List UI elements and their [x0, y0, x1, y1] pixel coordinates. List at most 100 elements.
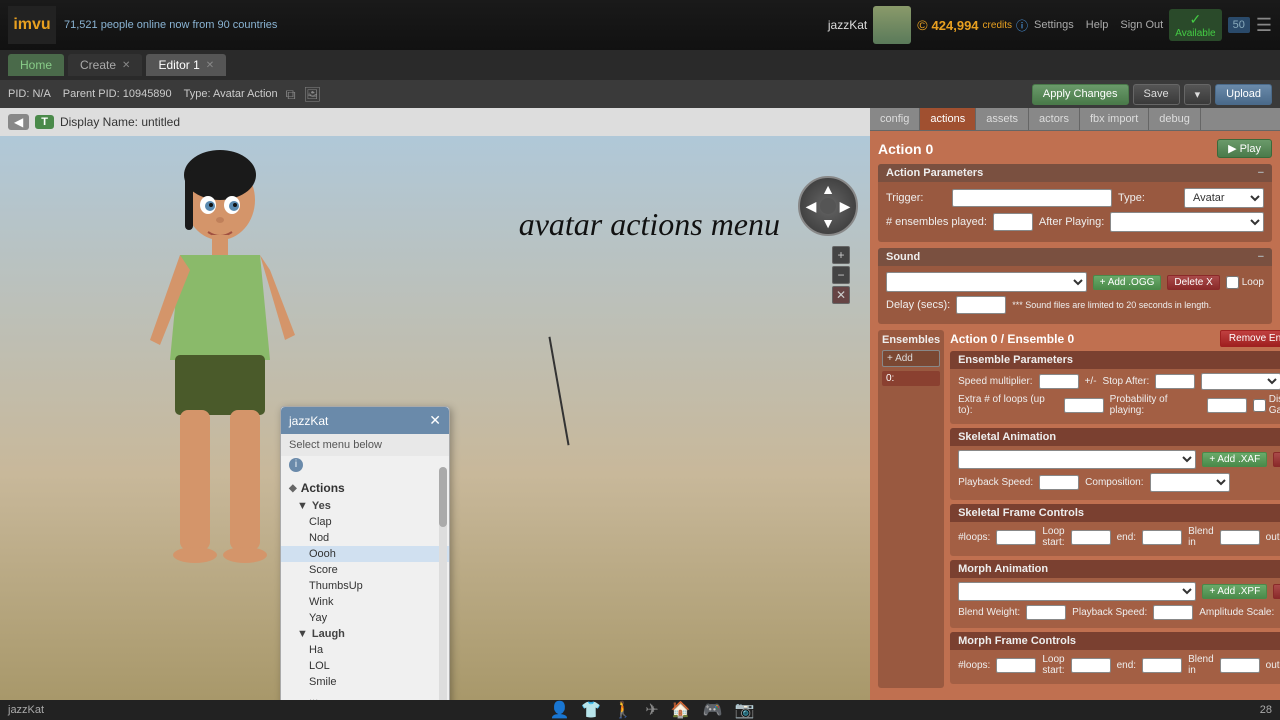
close-editor1-tab[interactable]: ✕: [206, 60, 214, 71]
morph-loop-start-input[interactable]: [1071, 658, 1111, 673]
photo-icon[interactable]: 🖼: [304, 86, 322, 103]
credits-info-button[interactable]: ⓘ: [1016, 17, 1028, 34]
tab-config[interactable]: config: [870, 108, 920, 130]
delete-xpf-button[interactable]: Delete X: [1273, 584, 1280, 599]
tab-home[interactable]: Home: [8, 54, 64, 76]
ensemble-item-0[interactable]: 0:: [882, 371, 940, 386]
tab-assets[interactable]: assets: [976, 108, 1029, 130]
arrow-down-button[interactable]: ▼: [819, 214, 837, 232]
ha-item[interactable]: Ha: [281, 642, 449, 658]
sound-collapse[interactable]: −: [1258, 251, 1264, 263]
thumbsup-item[interactable]: ThumbsUp: [281, 578, 449, 594]
settings-link[interactable]: Settings: [1034, 19, 1074, 31]
sound-select[interactable]: [886, 272, 1087, 292]
tab-debug[interactable]: debug: [1149, 108, 1201, 130]
zoom-out-button[interactable]: −: [832, 266, 850, 284]
trigger-input[interactable]: [952, 189, 1112, 207]
score-item[interactable]: Score: [281, 562, 449, 578]
tab-create[interactable]: Create ✕: [68, 54, 142, 76]
action-title: Action 0: [878, 141, 933, 157]
add-ogg-button[interactable]: + Add .OGG: [1093, 275, 1162, 290]
smile-item[interactable]: Smile: [281, 674, 449, 690]
play-button[interactable]: ▶ Play: [1217, 139, 1272, 158]
remove-ensemble-button[interactable]: Remove Ensemble ✕: [1220, 330, 1280, 347]
online-count: 71,521 people online now from 90 countri…: [64, 19, 820, 31]
add-xpf-button[interactable]: + Add .XPF: [1202, 584, 1267, 599]
arrow-up-button[interactable]: ▲: [819, 180, 837, 198]
upload-button[interactable]: Upload: [1215, 84, 1272, 105]
save-dropdown-button[interactable]: ▾: [1184, 84, 1212, 105]
add-ensemble-button[interactable]: + Add: [882, 350, 940, 367]
menu-scroll-thumb[interactable]: [439, 467, 447, 527]
close-create-tab[interactable]: ✕: [122, 60, 130, 71]
stop-after-input[interactable]: [1155, 374, 1195, 389]
tab-editor1[interactable]: Editor 1 ✕: [146, 54, 226, 76]
availability-indicator[interactable]: ✓ Available: [1169, 9, 1221, 41]
type-select[interactable]: Avatar: [1184, 188, 1264, 208]
oooh-item[interactable]: Oooh: [281, 546, 449, 562]
gamepad-bottom-icon[interactable]: 🎮: [703, 700, 723, 720]
end-input[interactable]: [1142, 530, 1182, 545]
amplitude-label: Amplitude Scale:: [1199, 607, 1274, 618]
prev-button[interactable]: ◀: [8, 114, 29, 130]
camera-bottom-icon[interactable]: 📷: [734, 700, 754, 720]
home-bottom-icon[interactable]: 🏠: [671, 700, 691, 720]
yay-item[interactable]: Yay: [281, 610, 449, 626]
help-link[interactable]: Help: [1086, 19, 1109, 31]
person-bottom-icon[interactable]: 👤: [549, 700, 569, 720]
close-zoom-button[interactable]: ✕: [832, 286, 850, 304]
arrow-left-button[interactable]: ◀: [802, 197, 820, 215]
skeletal-loops-input[interactable]: [996, 530, 1036, 545]
airplane-bottom-icon[interactable]: ✈: [645, 700, 658, 720]
tab-actors[interactable]: actors: [1029, 108, 1080, 130]
morph-end-input[interactable]: [1142, 658, 1182, 673]
loop-checkbox[interactable]: [1226, 276, 1239, 289]
type-label: Type: Avatar Action: [184, 88, 278, 100]
extra-loops-input[interactable]: [1064, 398, 1104, 413]
speed-multiplier-input[interactable]: [1039, 374, 1079, 389]
lol-item[interactable]: LOL: [281, 658, 449, 674]
nod-item[interactable]: Nod: [281, 530, 449, 546]
menu-scrollbar[interactable]: [439, 467, 447, 700]
after-playing-select[interactable]: [1110, 212, 1264, 232]
action-menu-close-button[interactable]: ✕: [429, 412, 441, 429]
tab-fbximport[interactable]: fbx import: [1080, 108, 1149, 130]
loop-start-input[interactable]: [1071, 530, 1111, 545]
figure-bottom-icon[interactable]: 🚶: [613, 700, 633, 720]
blend-weight-input[interactable]: [1026, 605, 1066, 620]
copy-icon[interactable]: ⧉: [286, 86, 296, 103]
clap-item[interactable]: Clap: [281, 514, 449, 530]
morph-loops-input[interactable]: [996, 658, 1036, 673]
add-xaf-button[interactable]: + Add .XAF: [1202, 452, 1267, 467]
morph-end-label: end:: [1117, 660, 1136, 671]
xpf-select[interactable]: [958, 582, 1196, 601]
frame-count: 28: [1260, 704, 1272, 716]
signout-link[interactable]: Sign Out: [1120, 19, 1163, 31]
ensembles-played-input[interactable]: [993, 213, 1033, 231]
composition-select[interactable]: [1150, 473, 1230, 492]
morph-blend-in-input[interactable]: [1220, 658, 1260, 673]
yes-collapse-icon: ▼: [297, 500, 308, 512]
probability-input[interactable]: [1207, 398, 1247, 413]
delete-xaf-button[interactable]: Delete X: [1273, 452, 1280, 467]
disable-gaze-checkbox[interactable]: [1253, 399, 1266, 412]
tab-actions[interactable]: actions: [920, 108, 976, 130]
tab-bar: Home Create ✕ Editor 1 ✕: [0, 50, 1280, 80]
xaf-select[interactable]: [958, 450, 1196, 469]
playback-speed-input[interactable]: [1039, 475, 1079, 490]
wink-item[interactable]: Wink: [281, 594, 449, 610]
more-item[interactable]: ...: [281, 690, 449, 700]
xaf-row: + Add .XAF Delete X: [958, 450, 1280, 469]
stop-after-select[interactable]: [1201, 373, 1280, 390]
zoom-in-button[interactable]: +: [832, 246, 850, 264]
action-parameters-collapse[interactable]: −: [1258, 167, 1264, 179]
menu-icon[interactable]: ☰: [1256, 15, 1272, 36]
blend-in-input[interactable]: [1220, 530, 1260, 545]
shirt-bottom-icon[interactable]: 👕: [581, 700, 601, 720]
arrow-right-button[interactable]: ▶: [836, 197, 854, 215]
delay-input[interactable]: [956, 296, 1006, 314]
apply-changes-button[interactable]: Apply Changes: [1032, 84, 1129, 105]
delete-ogg-button[interactable]: Delete X: [1167, 275, 1219, 290]
save-button[interactable]: Save: [1133, 84, 1180, 105]
morph-playback-input[interactable]: [1153, 605, 1193, 620]
